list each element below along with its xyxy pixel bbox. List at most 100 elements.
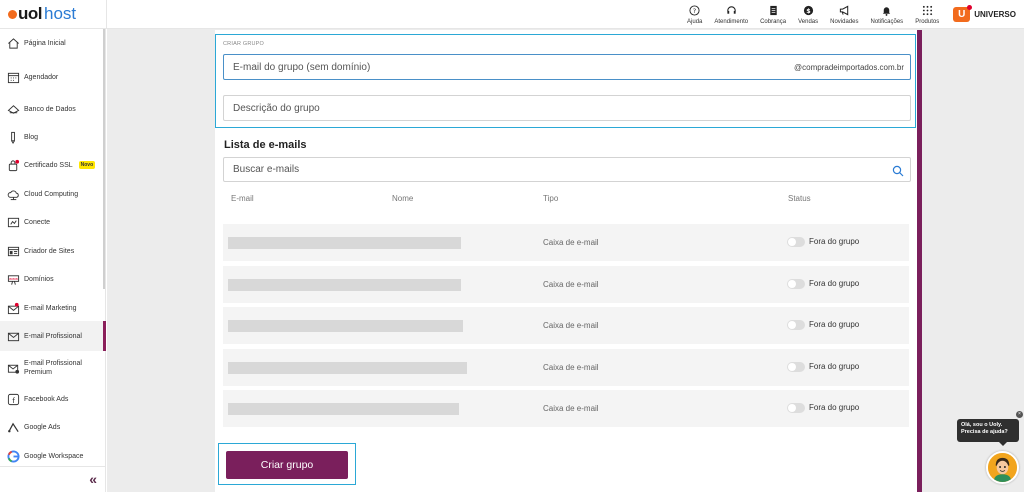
table-row: Caixa de e-mail Fora do grupo bbox=[223, 266, 909, 303]
row-type: Caixa de e-mail bbox=[543, 321, 599, 330]
sidebar-item-domains[interactable]: www Domínios bbox=[0, 269, 104, 289]
row-status: Fora do grupo bbox=[809, 237, 860, 246]
logo-text-light: host bbox=[44, 4, 77, 23]
site-builder-icon bbox=[6, 244, 20, 258]
sidebar-item-label: Agendador bbox=[24, 73, 59, 81]
row-type: Caixa de e-mail bbox=[543, 280, 599, 289]
nav-help[interactable]: ? Ajuda bbox=[687, 5, 702, 25]
sidebar-item-google-ads[interactable]: Google Ads bbox=[0, 417, 104, 437]
email-placeholder-bar bbox=[228, 362, 467, 374]
row-type: Caixa de e-mail bbox=[543, 363, 599, 372]
svg-text:$: $ bbox=[806, 7, 811, 15]
nav-products-label: Produtos bbox=[915, 18, 940, 25]
create-group-button[interactable]: Criar grupo bbox=[226, 451, 348, 479]
sidebar-item-label-line2: Premium bbox=[24, 369, 53, 376]
sidebar-item-scheduler[interactable]: Agendador bbox=[0, 67, 104, 87]
google-icon bbox=[6, 449, 20, 463]
sidebar-item-label: E-mail Marketing bbox=[24, 304, 77, 312]
group-toggle[interactable] bbox=[787, 320, 805, 330]
sidebar-collapse-button[interactable]: « bbox=[0, 466, 105, 492]
table-row: Caixa de e-mail Fora do grupo bbox=[223, 349, 909, 386]
sidebar-item-label: Página Inicial bbox=[24, 39, 66, 47]
sidebar-item-label: Cloud Computing bbox=[24, 190, 79, 198]
group-toggle[interactable] bbox=[787, 362, 805, 372]
new-badge: Novo bbox=[78, 161, 96, 169]
sidebar-item-email-premium[interactable]: E-mail Profissional Premium bbox=[0, 356, 104, 380]
sidebar-item-label: Google Workspace bbox=[24, 452, 84, 460]
sidebar-item-google-workspace[interactable]: Google Workspace bbox=[0, 446, 104, 466]
svg-text:?: ? bbox=[693, 7, 696, 15]
accent-bar bbox=[917, 30, 922, 492]
logo-dot-icon bbox=[8, 9, 17, 19]
connect-icon bbox=[6, 215, 20, 229]
group-email-placeholder: E-mail do grupo (sem domínio) bbox=[233, 62, 371, 73]
pen-icon bbox=[6, 130, 20, 144]
sidebar-item-cloud[interactable]: Cloud Computing bbox=[0, 184, 104, 204]
email-placeholder-bar bbox=[228, 279, 461, 291]
certificate-icon bbox=[6, 158, 20, 172]
table-row: Caixa de e-mail Fora do grupo bbox=[223, 390, 909, 427]
row-status: Fora do grupo bbox=[809, 320, 860, 329]
sidebar-item-label: Conecte bbox=[24, 218, 51, 226]
universo-badge-icon: U bbox=[953, 5, 973, 22]
group-toggle[interactable] bbox=[787, 237, 805, 247]
email-placeholder-bar bbox=[228, 403, 459, 415]
sidebar-item-label: Banco de Dados bbox=[24, 105, 76, 113]
chat-line-2: Precisa de ajuda? bbox=[961, 429, 1008, 435]
sidebar-item-blog[interactable]: Blog bbox=[0, 127, 104, 147]
svg-text:www: www bbox=[8, 277, 17, 281]
chat-bubble[interactable]: Olá, sou o Uoly. Precisa de ajuda? bbox=[957, 419, 1019, 446]
search-icon[interactable] bbox=[892, 164, 904, 177]
cloud-icon bbox=[6, 187, 20, 201]
group-email-input[interactable]: E-mail do grupo (sem domínio) @compradei… bbox=[223, 54, 911, 80]
nav-notifications[interactable]: Notificações bbox=[870, 5, 904, 25]
email-placeholder-bar bbox=[228, 237, 461, 249]
collapse-chevron-icon: « bbox=[89, 471, 97, 487]
column-header-email: E-mail bbox=[231, 194, 254, 203]
section-title: CRIAR GRUPO bbox=[223, 41, 265, 47]
nav-products[interactable]: Produtos bbox=[915, 5, 939, 25]
sidebar-item-ssl[interactable]: Certificado SSL Novo bbox=[0, 155, 104, 175]
chat-close-icon[interactable]: × bbox=[1016, 411, 1023, 418]
universo-label: UNIVERSO bbox=[974, 10, 1016, 19]
nav-support-label: Atendimento bbox=[714, 18, 749, 25]
email-domain-suffix: @compradeimportados.com.br bbox=[794, 63, 904, 72]
sidebar-item-home[interactable]: Página Inicial bbox=[0, 33, 104, 53]
nav-news[interactable]: Novidades bbox=[830, 5, 859, 25]
sidebar-item-label: E-mail Profissional bbox=[24, 332, 82, 340]
sidebar-item-label: Facebook Ads bbox=[24, 395, 69, 403]
nav-billing[interactable]: Cobrança bbox=[760, 5, 786, 25]
sidebar-item-connect[interactable]: Conecte bbox=[0, 212, 104, 232]
money-icon: $ bbox=[802, 5, 814, 17]
nav-sales[interactable]: $ Vendas bbox=[798, 5, 818, 25]
sidebar-item-label-wrap: E-mail Profissional Premium bbox=[24, 359, 82, 377]
sidebar-item-label: Certificado SSL bbox=[24, 161, 73, 169]
logo-divider bbox=[106, 0, 107, 29]
sidebar-item-email-profissional[interactable]: E-mail Profissional bbox=[0, 321, 106, 351]
nav-support[interactable]: Atendimento bbox=[714, 5, 748, 25]
group-description-input[interactable]: Descrição do grupo bbox=[223, 95, 911, 121]
row-type: Caixa de e-mail bbox=[543, 238, 599, 247]
google-ads-icon bbox=[6, 420, 20, 434]
sidebar-item-database[interactable]: Banco de Dados bbox=[0, 99, 104, 119]
envelope-premium-icon bbox=[6, 361, 20, 375]
universo-button[interactable]: U UNIVERSO bbox=[953, 5, 1016, 22]
sidebar-item-label: Google Ads bbox=[24, 423, 61, 431]
uol-host-logo[interactable]: uol host bbox=[8, 4, 76, 24]
row-status: Fora do grupo bbox=[809, 362, 860, 371]
group-toggle[interactable] bbox=[787, 403, 805, 413]
nav-sales-label: Vendas bbox=[798, 18, 819, 25]
chat-avatar-icon[interactable] bbox=[986, 451, 1019, 484]
nav-notifications-label: Notificações bbox=[870, 18, 904, 25]
sidebar-item-email-marketing[interactable]: E-mail Marketing bbox=[0, 298, 104, 318]
top-bar: uol host ? Ajuda Atendimento Cobrança $ bbox=[0, 0, 1024, 29]
group-toggle[interactable] bbox=[787, 279, 805, 289]
home-icon bbox=[6, 36, 20, 50]
headset-icon bbox=[725, 5, 737, 17]
nav-billing-label: Cobrança bbox=[760, 18, 787, 25]
sidebar-item-facebook-ads[interactable]: f Facebook Ads bbox=[0, 389, 104, 409]
sidebar-item-site-builder[interactable]: Criador de Sites bbox=[0, 241, 104, 261]
table-row: Caixa de e-mail Fora do grupo bbox=[223, 307, 909, 344]
search-emails-input[interactable]: Buscar e-mails bbox=[223, 157, 911, 182]
column-header-status: Status bbox=[788, 194, 811, 203]
